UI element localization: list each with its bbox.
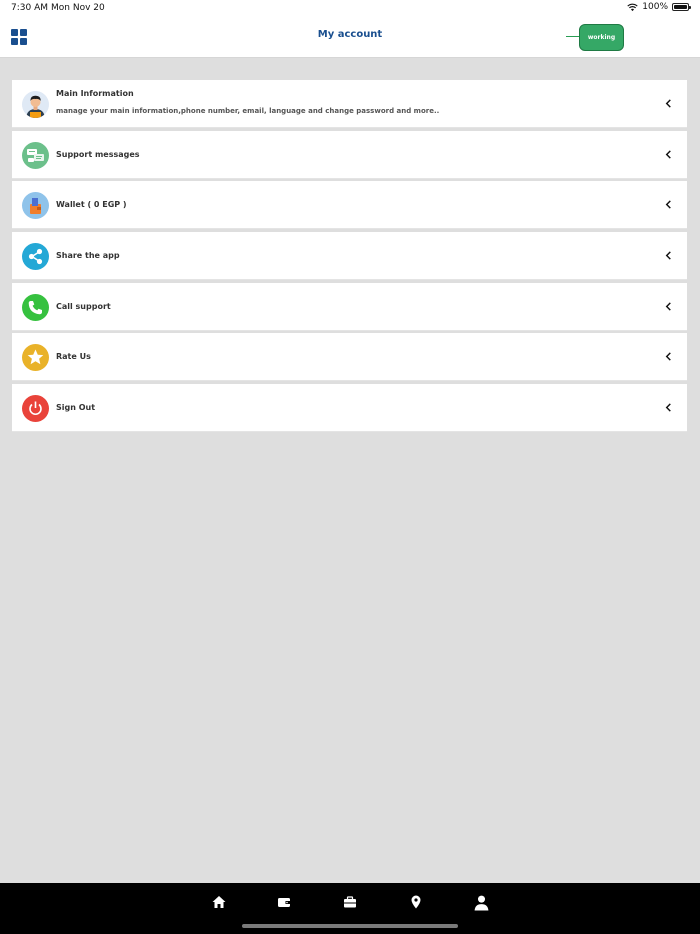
home-icon[interactable] bbox=[211, 894, 227, 910]
chevron-left-icon bbox=[665, 200, 671, 209]
chevron-left-icon bbox=[665, 251, 671, 260]
menu-item-label: Call support bbox=[56, 301, 111, 311]
bottom-tab-bar bbox=[0, 883, 700, 934]
phone-icon bbox=[22, 293, 49, 321]
location-pin-icon[interactable] bbox=[408, 894, 424, 910]
menu-item-wallet[interactable]: Wallet ( 0 EGP ) bbox=[12, 181, 687, 230]
menu-item-main-information[interactable]: Main Information manage your main inform… bbox=[12, 80, 687, 128]
status-date: Mon Nov 20 bbox=[51, 3, 105, 13]
home-indicator bbox=[242, 924, 458, 928]
menu-item-call-support[interactable]: Call support bbox=[12, 282, 687, 331]
menu-item-label: Rate Us bbox=[56, 352, 91, 362]
chevron-left-icon bbox=[665, 99, 671, 108]
working-status-button[interactable]: working bbox=[579, 24, 624, 51]
menu-item-share-the-app[interactable]: Share the app bbox=[12, 232, 687, 281]
menu-item-label: Wallet ( 0 EGP ) bbox=[56, 200, 127, 210]
menu-item-rate-us[interactable]: Rate Us bbox=[12, 333, 687, 382]
chevron-left-icon bbox=[665, 150, 671, 159]
account-menu: Main Information manage your main inform… bbox=[12, 80, 687, 435]
menu-item-support-messages[interactable]: Support messages bbox=[12, 130, 687, 179]
profile-icon[interactable] bbox=[473, 894, 490, 911]
status-indicators: 100% bbox=[627, 2, 691, 12]
battery-icon bbox=[672, 3, 691, 11]
menu-item-label: Sign Out bbox=[56, 403, 96, 413]
chevron-left-icon bbox=[665, 352, 671, 362]
menu-item-label: Main Information bbox=[56, 89, 134, 98]
menu-item-description: manage your main information,phone numbe… bbox=[56, 107, 440, 115]
messages-icon bbox=[22, 141, 49, 169]
wifi-icon bbox=[627, 3, 638, 11]
wallet-icon[interactable] bbox=[276, 894, 292, 910]
status-bar: 7:30 AM Mon Nov 20 100% bbox=[0, 0, 700, 17]
menu-item-sign-out[interactable]: Sign Out bbox=[12, 384, 687, 433]
user-avatar-icon bbox=[22, 91, 49, 118]
app-header: My account working bbox=[0, 17, 700, 58]
battery-percent: 100% bbox=[642, 2, 668, 12]
wallet-icon bbox=[22, 192, 49, 220]
working-connector-line bbox=[566, 36, 580, 37]
briefcase-icon[interactable] bbox=[342, 894, 358, 910]
menu-item-label: Support messages bbox=[56, 149, 140, 159]
star-icon bbox=[22, 344, 49, 372]
chevron-left-icon bbox=[665, 302, 671, 311]
chevron-left-icon bbox=[665, 403, 671, 412]
status-time: 7:30 AM bbox=[11, 3, 48, 13]
menu-item-label: Share the app bbox=[56, 251, 120, 261]
power-icon bbox=[22, 395, 49, 423]
share-icon bbox=[22, 243, 49, 271]
